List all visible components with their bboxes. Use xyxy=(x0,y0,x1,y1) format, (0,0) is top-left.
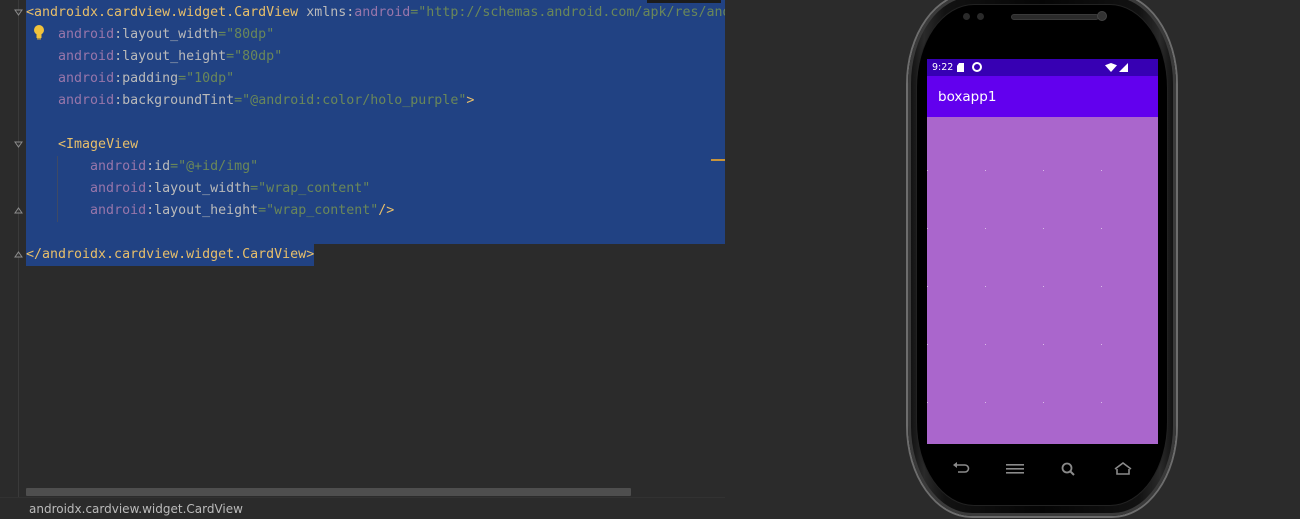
code-token: ="10dp" xyxy=(178,71,235,86)
grid-dot xyxy=(927,402,928,403)
code-token: :layout_width xyxy=(146,181,251,196)
app-title: boxapp1 xyxy=(938,89,997,105)
status-bar: 9:22 xyxy=(927,59,1158,76)
grid-dot xyxy=(985,286,986,287)
code-token: ="wrap_content" xyxy=(258,203,379,218)
sensor-icon xyxy=(977,13,984,20)
grid-dot xyxy=(927,170,928,171)
grid-dot xyxy=(927,344,928,345)
code-line[interactable]: </androidx.cardview.widget.CardView> xyxy=(26,244,314,266)
code-line[interactable]: android:padding="10dp" xyxy=(26,68,234,90)
code-line[interactable]: android:layout_height="80dp" xyxy=(26,46,282,68)
search-icon[interactable] xyxy=(1059,461,1079,477)
code-token: </androidx.cardview.widget.CardView> xyxy=(26,247,315,262)
grid-dot xyxy=(1101,344,1102,345)
app-bar: boxapp1 xyxy=(927,76,1158,117)
code-line[interactable]: <androidx.cardview.widget.CardView xmlns… xyxy=(26,2,725,24)
code-token: android xyxy=(58,49,115,64)
grid-dot xyxy=(1043,344,1044,345)
code-token: xmlns: xyxy=(306,5,355,20)
grid-dot xyxy=(1043,402,1044,403)
code-token: ="http://schemas.android.com/apk/res/and… xyxy=(410,5,725,20)
code-token: <androidx.cardview.widget.CardView xyxy=(26,5,307,20)
grid-dot xyxy=(1101,286,1102,287)
code-token: ="80dp" xyxy=(218,27,275,42)
status-time: 9:22 xyxy=(932,62,954,73)
code-token: :layout_height xyxy=(146,203,259,218)
code-token: ="wrap_content" xyxy=(250,181,371,196)
code-token: :backgroundTint xyxy=(114,93,235,108)
gutter-divider xyxy=(18,0,19,497)
code-line[interactable]: android:id="@+id/img" xyxy=(26,156,258,178)
code-token: ="@+id/img" xyxy=(170,159,259,174)
warning-marker[interactable] xyxy=(711,159,725,161)
wifi-icon xyxy=(1105,63,1117,72)
code-token: > xyxy=(466,93,475,108)
code-token: :id xyxy=(146,159,171,174)
code-token: /> xyxy=(378,203,395,218)
grid-dot xyxy=(1101,402,1102,403)
editor-gutter xyxy=(0,0,26,497)
fold-toggle-icon[interactable] xyxy=(14,8,23,17)
code-token: android xyxy=(58,93,115,108)
code-line[interactable]: android:layout_width="80dp" xyxy=(26,24,274,46)
grid-dot xyxy=(985,170,986,171)
gear-icon xyxy=(972,62,982,72)
card-view-content[interactable] xyxy=(927,117,1158,444)
code-token: android xyxy=(58,27,115,42)
back-icon[interactable] xyxy=(951,461,971,477)
code-token: android xyxy=(90,181,147,196)
design-preview: 9:22 boxapp1 xyxy=(725,0,1300,519)
code-token: :layout_width xyxy=(114,27,219,42)
lightbulb-icon[interactable] xyxy=(32,24,46,40)
code-token: <ImageView xyxy=(58,137,139,152)
grid-dot xyxy=(1043,228,1044,229)
menu-icon[interactable] xyxy=(1005,461,1025,477)
breadcrumb[interactable]: androidx.cardview.widget.CardView xyxy=(0,497,725,519)
grid-dot xyxy=(985,228,986,229)
grid-dot xyxy=(1043,286,1044,287)
home-icon[interactable] xyxy=(1113,461,1133,477)
signal-icon xyxy=(1119,63,1128,72)
grid-dot xyxy=(1101,170,1102,171)
sd-card-icon xyxy=(957,63,964,72)
code-line[interactable]: android:layout_height="wrap_content"/> xyxy=(26,200,394,222)
horizontal-scrollbar[interactable] xyxy=(26,488,631,496)
grid-dot xyxy=(927,228,928,229)
fold-toggle-icon[interactable] xyxy=(14,140,23,149)
code-token: android xyxy=(58,71,115,86)
grid-dot xyxy=(985,402,986,403)
camera-icon xyxy=(1097,11,1107,21)
fold-end-icon[interactable] xyxy=(14,250,23,259)
code-token: :padding xyxy=(114,71,179,86)
code-token: ="80dp" xyxy=(226,49,283,64)
code-line[interactable]: android:layout_width="wrap_content" xyxy=(26,178,370,200)
code-token: android xyxy=(90,203,147,218)
fold-end-icon[interactable] xyxy=(14,206,23,215)
code-token: android xyxy=(354,5,411,20)
grid-dot xyxy=(927,286,928,287)
grid-dot xyxy=(985,344,986,345)
code-line[interactable]: android:backgroundTint="@android:color/h… xyxy=(26,90,474,112)
code-line[interactable]: <ImageView xyxy=(26,134,138,156)
code-editor[interactable]: <androidx.cardview.widget.CardView xmlns… xyxy=(0,0,725,519)
code-token: android xyxy=(90,159,147,174)
breadcrumb-item[interactable]: androidx.cardview.widget.CardView xyxy=(29,502,243,516)
sensor-icon xyxy=(963,13,970,20)
code-token: ="@android:color/holo_purple" xyxy=(234,93,467,108)
code-token: :layout_height xyxy=(114,49,227,64)
grid-dot xyxy=(1101,228,1102,229)
grid-dot xyxy=(1043,170,1044,171)
device-screen: 9:22 boxapp1 xyxy=(927,59,1158,444)
speaker-grille xyxy=(1011,14,1099,20)
